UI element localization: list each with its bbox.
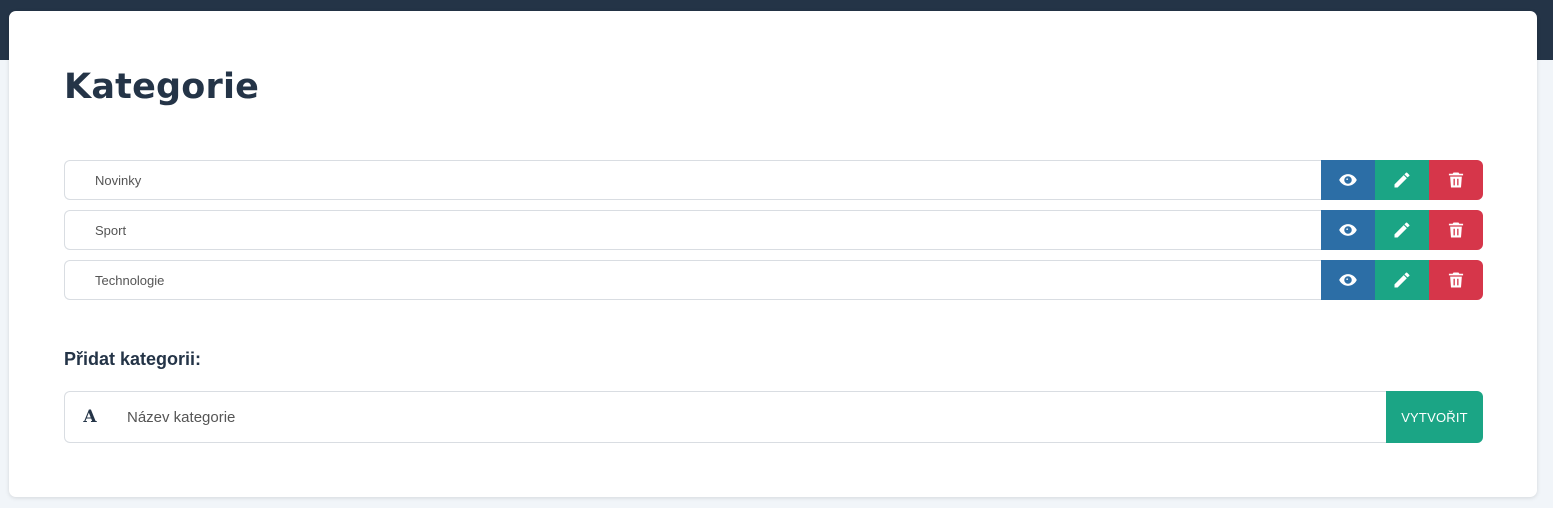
category-name-field: A <box>64 391 1386 443</box>
edit-button[interactable] <box>1375 160 1429 200</box>
trash-icon <box>1448 272 1464 288</box>
category-name: Technologie <box>64 260 1321 300</box>
view-button[interactable] <box>1321 160 1375 200</box>
view-button[interactable] <box>1321 210 1375 250</box>
edit-button[interactable] <box>1375 210 1429 250</box>
view-button[interactable] <box>1321 260 1375 300</box>
trash-icon <box>1448 222 1464 238</box>
delete-button[interactable] <box>1429 210 1483 250</box>
category-row: Sport <box>64 210 1483 250</box>
categories-card: Kategorie Novinky Sport Technologie Přid… <box>9 11 1537 497</box>
category-row: Novinky <box>64 160 1483 200</box>
category-list: Novinky Sport Technologie <box>64 160 1483 310</box>
delete-button[interactable] <box>1429 260 1483 300</box>
category-name-input[interactable] <box>125 396 1386 438</box>
category-row: Technologie <box>64 260 1483 300</box>
trash-icon <box>1448 172 1464 188</box>
add-category-form: A VYTVOŘIT <box>64 391 1483 443</box>
font-icon: A <box>83 407 97 427</box>
create-button[interactable]: VYTVOŘIT <box>1386 391 1483 443</box>
category-name: Novinky <box>64 160 1321 200</box>
eye-icon <box>1339 174 1357 186</box>
page-title: Kategorie <box>64 67 260 107</box>
pencil-icon <box>1394 272 1410 288</box>
pencil-icon <box>1394 222 1410 238</box>
add-category-label: Přidat kategorii: <box>64 349 202 369</box>
delete-button[interactable] <box>1429 160 1483 200</box>
category-name: Sport <box>64 210 1321 250</box>
edit-button[interactable] <box>1375 260 1429 300</box>
pencil-icon <box>1394 172 1410 188</box>
eye-icon <box>1339 274 1357 286</box>
eye-icon <box>1339 224 1357 236</box>
